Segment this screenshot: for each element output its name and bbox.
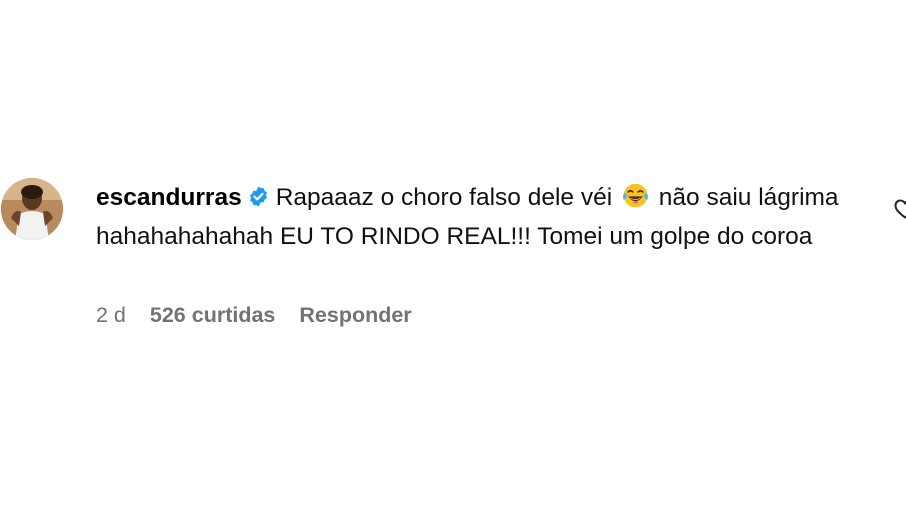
reply-button[interactable]: Responder <box>299 303 411 328</box>
comment-text-part1: Rapaaaz o choro falso dele véi <box>275 184 613 211</box>
comment-text: escandurras Rapaaaz o choro falso dele vé… <box>96 178 880 256</box>
comment-meta: 2 d 526 curtidas Responder <box>96 303 412 328</box>
face-with-tears-of-joy-icon <box>622 183 648 208</box>
username-link[interactable]: escandurras <box>96 184 242 211</box>
likes-count-link[interactable]: 526 curtidas <box>150 303 275 328</box>
comment-body: escandurras Rapaaaz o choro falso dele vé… <box>96 178 880 256</box>
comment-screen: escandurras Rapaaaz o choro falso dele vé… <box>0 0 906 509</box>
avatar-image <box>1 178 63 240</box>
heart-outline-icon[interactable] <box>893 197 906 221</box>
comment-age[interactable]: 2 d <box>96 303 126 328</box>
verified-badge-icon <box>249 186 267 207</box>
avatar[interactable] <box>1 178 63 240</box>
